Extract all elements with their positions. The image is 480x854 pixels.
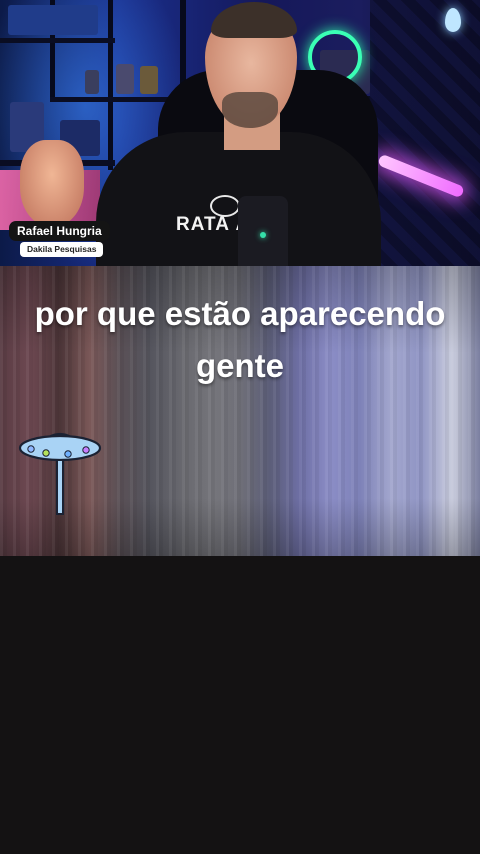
shelf-item [8,5,98,35]
caption-line-1: por que estão aparecendo [34,295,446,332]
background-wall-pattern [370,0,480,266]
shelf-post [108,0,113,170]
drop-lamp [445,8,461,32]
video-frame: RATA ÁÁ Rafael Hungria Dakila Pesquisas [0,0,480,266]
shelf-item [140,66,158,94]
speaker-org-tag: Dakila Pesquisas [20,242,104,257]
shelf-board [0,38,115,43]
shelf-item [116,64,134,94]
presenter-beard [222,92,278,128]
caption-line-2: gente [195,347,284,384]
subtitle-caption: por que estão aparecendo gente [0,288,480,392]
ufo-icon [18,432,102,515]
microphone [238,196,288,266]
microphone-led [260,232,266,238]
speaker-name-tag: Rafael Hungria [9,221,110,241]
video-player[interactable]: RATA ÁÁ Rafael Hungria Dakila Pesquisas … [0,0,480,556]
empty-lower-area [0,556,480,854]
shelf-item [85,70,99,94]
presenter-hand [20,140,84,226]
presenter-hair [211,2,297,38]
